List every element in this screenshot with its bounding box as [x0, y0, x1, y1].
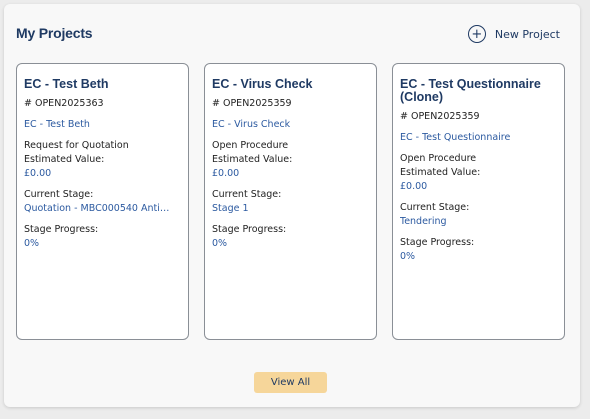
project-reference: # OPEN2025359 — [400, 111, 480, 122]
page-title: My Projects — [16, 25, 93, 41]
project-title: EC - Test Beth — [24, 77, 109, 91]
current-stage-label: Current Stage: — [400, 202, 470, 213]
project-link[interactable]: EC - Virus Check — [212, 119, 369, 130]
procedure-type: Request for Quotation — [24, 140, 129, 151]
stage-progress-label: Stage Progress: — [24, 224, 99, 235]
plus-circle-icon: + — [467, 25, 486, 43]
current-stage-label: Current Stage: — [212, 189, 282, 200]
project-reference: # OPEN2025363 — [24, 98, 104, 109]
stage-progress-value: 0% — [400, 251, 416, 262]
estimated-value-label: Estimated Value: — [24, 154, 105, 165]
project-title: EC - Virus Check — [212, 77, 313, 91]
project-card[interactable]: EC - Virus Check # OPEN2025359 EC - Viru… — [204, 63, 377, 340]
estimated-value: £0.00 — [24, 168, 52, 179]
procedure-type: Open Procedure — [212, 140, 289, 151]
stage-progress-label: Stage Progress: — [400, 237, 475, 248]
procedure-type: Open Procedure — [400, 153, 477, 164]
new-project-button[interactable]: + New Project — [467, 25, 560, 43]
current-stage-value: Tendering — [400, 216, 447, 227]
project-title: EC - Test Questionnaire (Clone) — [400, 77, 541, 104]
project-link[interactable]: EC - Test Beth — [24, 119, 181, 130]
project-card[interactable]: EC - Test Questionnaire (Clone) # OPEN20… — [392, 63, 565, 340]
current-stage-value: Stage 1 — [212, 203, 249, 214]
stage-progress-label: Stage Progress: — [212, 224, 287, 235]
current-stage-label: Current Stage: — [24, 189, 94, 200]
stage-progress-value: 0% — [24, 238, 40, 249]
estimated-value-label: Estimated Value: — [212, 154, 293, 165]
estimated-value: £0.00 — [400, 181, 428, 192]
estimated-value: £0.00 — [212, 168, 240, 179]
my-projects-panel: My Projects + New Project EC - Test Beth… — [4, 4, 580, 407]
estimated-value-label: Estimated Value: — [400, 167, 481, 178]
project-link[interactable]: EC - Test Questionnaire — [400, 132, 557, 143]
stage-progress-value: 0% — [212, 238, 228, 249]
project-card[interactable]: EC - Test Beth # OPEN2025363 EC - Test B… — [16, 63, 189, 340]
current-stage-value: Quotation - MBC000540 Anti… — [24, 203, 170, 214]
view-all-button[interactable]: View All — [254, 372, 327, 393]
project-reference: # OPEN2025359 — [212, 98, 292, 109]
new-project-label: New Project — [494, 27, 560, 41]
